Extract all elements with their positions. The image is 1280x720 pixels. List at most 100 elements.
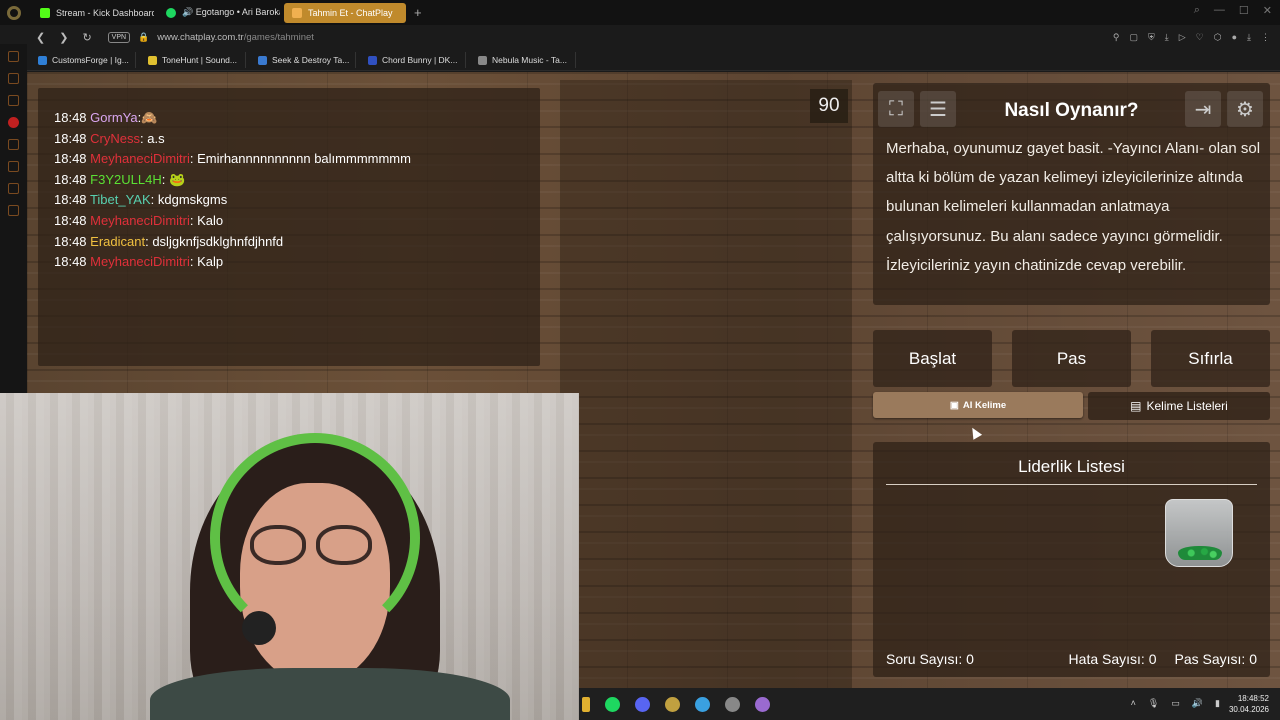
game-buttons: Başlat Pas Sıfırla bbox=[873, 330, 1270, 387]
opera-menu-icon[interactable] bbox=[0, 0, 28, 25]
reset-button[interactable]: Sıfırla bbox=[1151, 330, 1270, 387]
glasses-icon bbox=[250, 525, 380, 567]
taskbar: ˄ 🎙 ▭ 🔊 ▮ 18:48:52 30.04.2026 bbox=[579, 688, 1280, 720]
reload-icon[interactable]: ↻ bbox=[82, 31, 91, 44]
profile-icon[interactable]: ● bbox=[1232, 32, 1237, 43]
start-button[interactable]: Başlat bbox=[873, 330, 992, 387]
chat-text: Emirhannnnnnnnnn balımmmmmmm bbox=[193, 151, 411, 167]
obs-icon[interactable] bbox=[725, 696, 740, 712]
word-lists-button[interactable]: ▤ Kelime Listeleri bbox=[1088, 392, 1270, 420]
clock-date: 30.04.2026 bbox=[1228, 705, 1269, 714]
chat-user: Eradicant bbox=[90, 233, 146, 249]
game-stats: Soru Sayısı: 0 Hata Sayısı: 0 Pas Sayısı… bbox=[886, 651, 1257, 667]
pass-count-value: 0 bbox=[1249, 651, 1257, 667]
robot-icon: ▣ bbox=[949, 399, 959, 411]
sidebar-clock-icon[interactable] bbox=[8, 161, 19, 172]
chat-time: 18:48 bbox=[54, 233, 87, 249]
sidebar-history-icon[interactable] bbox=[8, 139, 19, 150]
window-controls: ⌕ — ☐ ✕ bbox=[1194, 4, 1272, 17]
back-icon[interactable]: ❮ bbox=[36, 31, 45, 44]
maximize-icon[interactable]: ☐ bbox=[1239, 4, 1249, 17]
chat-user: MeyhaneciDimitri bbox=[90, 212, 190, 228]
menu-icon[interactable]: ⋮ bbox=[1261, 32, 1270, 43]
error-pass-group: Hata Sayısı: 0 Pas Sayısı: 0 bbox=[1069, 651, 1257, 667]
sidebar-extensions-icon[interactable] bbox=[8, 183, 19, 194]
url-field[interactable]: www.chatplay.com.tr/games/tahminet bbox=[157, 32, 314, 43]
address-bar: ❮ ❯ ↻ VPN 🔒 www.chatplay.com.tr/games/ta… bbox=[0, 25, 1280, 50]
heart-icon[interactable]: ♡ bbox=[1196, 32, 1204, 43]
chevron-up-icon[interactable]: ˄ bbox=[1131, 698, 1136, 709]
sidebar-music-icon[interactable] bbox=[8, 95, 19, 106]
search-icon[interactable]: ⌕ bbox=[1194, 4, 1200, 17]
chat-user: MeyhaneciDimitri bbox=[90, 254, 190, 270]
stream-app-icon[interactable] bbox=[755, 696, 770, 712]
chat-time: 18:48 bbox=[54, 151, 87, 167]
gear-icon[interactable]: ⚙ bbox=[1227, 91, 1263, 127]
volume-icon[interactable]: 🔊 bbox=[1192, 698, 1203, 709]
spotify-icon bbox=[166, 7, 176, 18]
tab-kick-dashboard[interactable]: Stream - Kick Dashboard bbox=[32, 3, 154, 23]
leaderboard-panel: Liderlik Listesi Soru Sayısı: 0 Hata Say… bbox=[873, 442, 1270, 677]
chat-text: Kalo bbox=[193, 212, 224, 228]
opera-icon[interactable] bbox=[665, 696, 680, 712]
sidebar-messenger-icon[interactable] bbox=[8, 51, 19, 62]
countdown-timer: 90 bbox=[810, 89, 848, 123]
lock-icon: 🔒 bbox=[138, 32, 150, 42]
spotify-icon[interactable] bbox=[605, 696, 620, 712]
url-host: www.chatplay.com.tr bbox=[157, 32, 244, 43]
how-to-play-panel: ⛶ ☰ Nasıl Oynanır? ⇥ ⚙ Merhaba, oyunumuz… bbox=[873, 83, 1270, 305]
chat-time: 18:48 bbox=[54, 130, 87, 146]
word-options: ▣ AI Kelime ▤ Kelime Listeleri bbox=[873, 392, 1270, 420]
ai-word-button[interactable]: ▣ AI Kelime bbox=[873, 392, 1083, 418]
bookmark-item[interactable]: ToneHunt | Sound... bbox=[142, 52, 246, 68]
bookmark-label: Seek & Destroy Ta... bbox=[272, 55, 350, 65]
minimize-icon[interactable]: — bbox=[1214, 4, 1225, 17]
chat-user: MeyhaneciDimitri bbox=[90, 151, 190, 167]
chat-message: 18:48 MeyhaneciDimitri: Kalp bbox=[54, 254, 224, 270]
pin-icon[interactable]: ⚲ bbox=[1113, 32, 1120, 43]
chat-text: a.s bbox=[143, 130, 165, 146]
tab-label: Stream - Kick Dashboard bbox=[56, 7, 154, 18]
bookmark-label: Nebula Music - Ta... bbox=[492, 55, 567, 65]
app-icon[interactable] bbox=[695, 696, 710, 712]
shield-icon[interactable]: ⛨ bbox=[1148, 32, 1155, 43]
chat-panel: 18:48 GormYa:🙈 18:48 CryNess: a.s 18:48 … bbox=[38, 88, 540, 366]
bookmark-item[interactable]: Seek & Destroy Ta... bbox=[252, 52, 356, 68]
extensions-icon[interactable]: ⬡ bbox=[1214, 32, 1222, 43]
pass-button[interactable]: Pas bbox=[1012, 330, 1131, 387]
system-clock[interactable]: 18:48:52 30.04.2026 bbox=[1229, 693, 1269, 715]
system-tray: ˄ 🎙 ▭ 🔊 ▮ bbox=[1131, 698, 1220, 709]
bookmark-item[interactable]: Nebula Music - Ta... bbox=[472, 52, 576, 68]
exit-icon[interactable]: ⇥ bbox=[1185, 91, 1221, 127]
downloads-icon[interactable]: ⤓ bbox=[1247, 32, 1251, 43]
play-icon[interactable]: ▷ bbox=[1179, 32, 1186, 43]
battery-icon[interactable]: ▮ bbox=[1215, 698, 1220, 709]
snapshot-icon[interactable]: ▢ bbox=[1129, 32, 1138, 43]
new-tab-button[interactable]: + bbox=[414, 5, 422, 20]
sidebar-settings-icon[interactable] bbox=[8, 205, 19, 216]
file-explorer-icon[interactable] bbox=[582, 696, 590, 712]
network-icon[interactable]: ▭ bbox=[1171, 698, 1180, 709]
sidebar-workspace-icon[interactable] bbox=[8, 73, 19, 84]
vpn-badge[interactable]: VPN bbox=[107, 32, 131, 43]
address-bar-icons: ⚲ ▢ ⛨ ⤓ ▷ ♡ ⬡ ● ⤓ ⋮ bbox=[1113, 32, 1270, 43]
pass-count: Pas Sayısı: 0 bbox=[1175, 651, 1258, 667]
discord-icon[interactable] bbox=[635, 696, 650, 712]
tab-label: Tahmin Et - ChatPlay bbox=[308, 7, 393, 18]
bookmark-item[interactable]: CustomsForge | Ig... bbox=[32, 52, 136, 68]
tab-spotify[interactable]: 🔊 Egotango • Ari Barokas bbox=[158, 3, 280, 23]
tab-bar: Stream - Kick Dashboard 🔊 Egotango • Ari… bbox=[0, 0, 1280, 25]
chat-message: 18:48 GormYa:🙈 bbox=[54, 110, 158, 125]
sidebar-recording-icon[interactable] bbox=[8, 117, 19, 128]
close-icon[interactable]: ✕ bbox=[1263, 4, 1272, 17]
chat-time: 18:48 bbox=[54, 110, 87, 125]
tab-chatplay[interactable]: Tahmin Et - ChatPlay bbox=[284, 2, 406, 23]
forward-icon[interactable]: ❯ bbox=[59, 31, 68, 44]
download-icon[interactable]: ⤓ bbox=[1165, 32, 1169, 43]
chat-user: F3Y2ULL4H bbox=[90, 171, 162, 187]
bookmark-item[interactable]: Chord Bunny | DK... bbox=[362, 52, 466, 68]
mic-tray-icon[interactable]: 🎙 bbox=[1148, 698, 1159, 709]
word-lists-label: Kelime Listeleri bbox=[1146, 399, 1228, 413]
chat-message: 18:48 Eradicant: dsljgknfjsdklghnfdjhnfd bbox=[54, 233, 284, 249]
webcam-overlay bbox=[0, 393, 579, 720]
